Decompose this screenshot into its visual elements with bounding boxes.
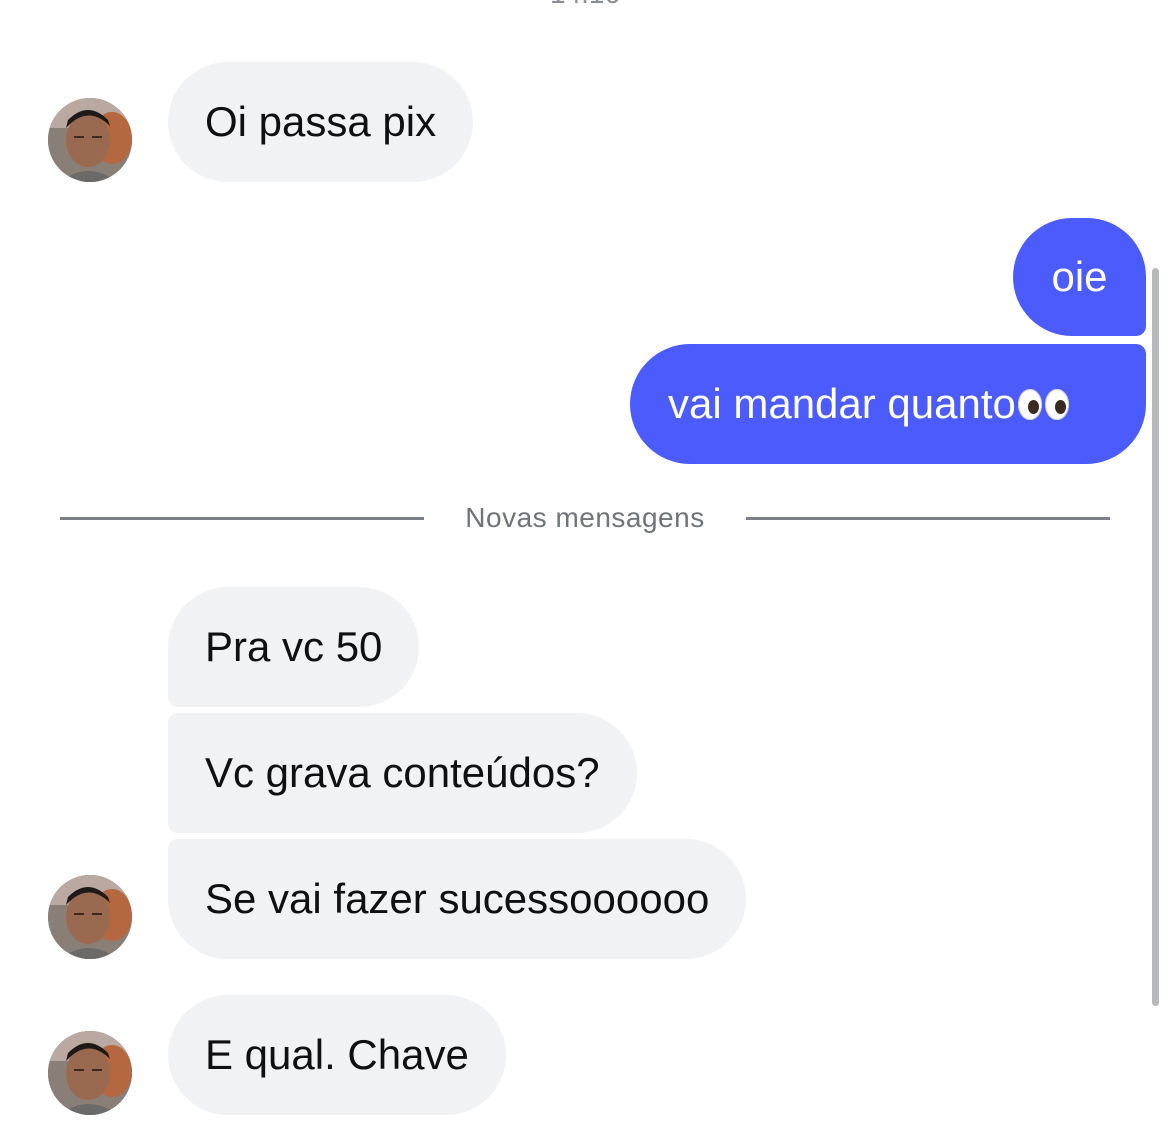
message-bubble-incoming[interactable]: Vc grava conteúdos? — [168, 713, 637, 833]
message-bubble-incoming[interactable]: E qual. Chave — [168, 995, 506, 1115]
message-bubble-outgoing[interactable]: vai mandar quanto — [630, 344, 1146, 464]
contact-avatar[interactable] — [48, 875, 132, 959]
divider-line — [746, 517, 1110, 520]
timestamp: 14:16 — [0, 0, 1170, 10]
contact-avatar[interactable] — [48, 98, 132, 182]
message-bubble-outgoing[interactable]: oie — [1013, 218, 1146, 336]
avatar-photo-icon — [48, 875, 132, 959]
eyes-emoji-icon — [1044, 389, 1069, 421]
message-text: vai mandar quanto — [668, 380, 1016, 427]
scrollbar[interactable] — [1152, 268, 1159, 1006]
eyes-emoji-icon — [1017, 389, 1042, 421]
divider-line — [60, 517, 424, 520]
message-bubble-incoming[interactable]: Se vai fazer sucessoooooo — [168, 839, 747, 959]
message-bubble-incoming[interactable]: Pra vc 50 — [168, 587, 420, 707]
message-bubble-incoming[interactable]: Oi passa pix — [168, 62, 474, 182]
new-messages-divider: Novas mensagens — [60, 498, 1110, 538]
avatar-photo-icon — [48, 98, 132, 182]
contact-avatar[interactable] — [48, 1031, 132, 1115]
avatar-photo-icon — [48, 1031, 132, 1115]
divider-label: Novas mensagens — [465, 502, 705, 533]
